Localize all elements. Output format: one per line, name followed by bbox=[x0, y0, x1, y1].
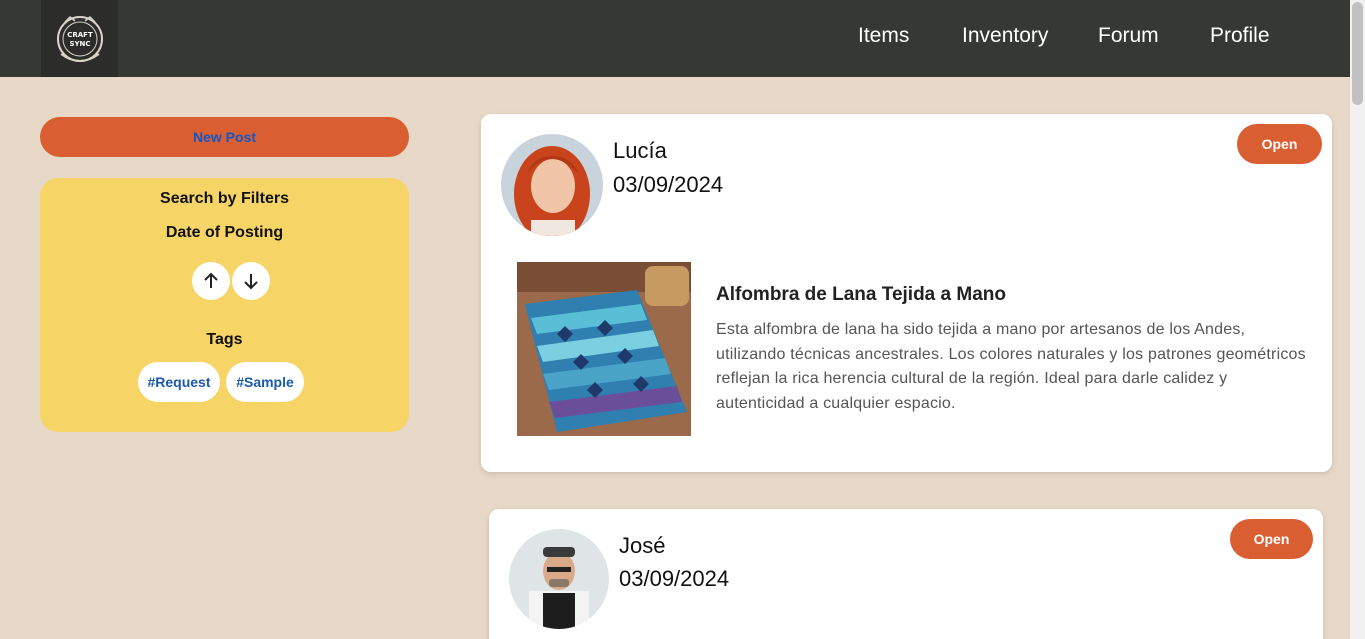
avatar bbox=[501, 134, 603, 236]
post-date: 03/09/2024 bbox=[613, 172, 724, 197]
post-card: Lucía 03/09/2024 Open Alfombra de Lana T… bbox=[481, 114, 1332, 472]
craft-sync-logo[interactable]: CRAFT SYNC bbox=[41, 0, 118, 77]
status-open-button[interactable]: Open bbox=[1237, 124, 1322, 164]
tags-label: Tags bbox=[206, 331, 243, 348]
top-navigation-bar: CRAFT SYNC Items Inventory Forum Profile bbox=[0, 0, 1350, 77]
post-author: José bbox=[619, 533, 666, 558]
avatar-jose-icon bbox=[509, 529, 609, 629]
filters-panel: Search by Filters Date of Posting Tags #… bbox=[40, 178, 409, 432]
post-date: 03/09/2024 bbox=[619, 566, 730, 591]
post-body: Esta alfombra de lana ha sido tejida a m… bbox=[716, 321, 1306, 412]
tag-sample[interactable]: #Sample bbox=[226, 362, 304, 402]
nav-profile[interactable]: Profile bbox=[1210, 24, 1270, 48]
post-title: Alfombra de Lana Tejida a Mano bbox=[716, 284, 1006, 305]
post-author: Lucía bbox=[613, 138, 667, 163]
nav-items[interactable]: Items bbox=[858, 24, 909, 48]
sort-descending-button[interactable] bbox=[232, 262, 270, 300]
logo-text-top: CRAFT bbox=[67, 31, 93, 39]
tag-request[interactable]: #Request bbox=[138, 362, 220, 402]
arrow-down-icon bbox=[244, 274, 258, 290]
status-open-button[interactable]: Open bbox=[1230, 519, 1313, 559]
post-image bbox=[517, 262, 691, 436]
new-post-button[interactable]: New Post bbox=[40, 117, 409, 157]
nav-inventory[interactable]: Inventory bbox=[962, 24, 1048, 48]
logo-text-bottom: SYNC bbox=[69, 40, 90, 48]
scrollbar-thumb[interactable] bbox=[1352, 2, 1363, 105]
logo-emblem-icon: CRAFT SYNC bbox=[56, 15, 103, 62]
avatar bbox=[509, 529, 609, 629]
arrow-up-icon bbox=[204, 272, 218, 288]
post-card: José 03/09/2024 Open bbox=[489, 509, 1323, 639]
avatar-lucia-icon bbox=[501, 134, 603, 236]
nav-forum[interactable]: Forum bbox=[1098, 24, 1159, 48]
filters-title: Search by Filters bbox=[160, 190, 289, 207]
rug-image-icon bbox=[517, 262, 691, 436]
page-scrollbar[interactable] bbox=[1350, 0, 1365, 639]
date-of-posting-label: Date of Posting bbox=[165, 224, 284, 241]
sort-ascending-button[interactable] bbox=[192, 262, 230, 300]
